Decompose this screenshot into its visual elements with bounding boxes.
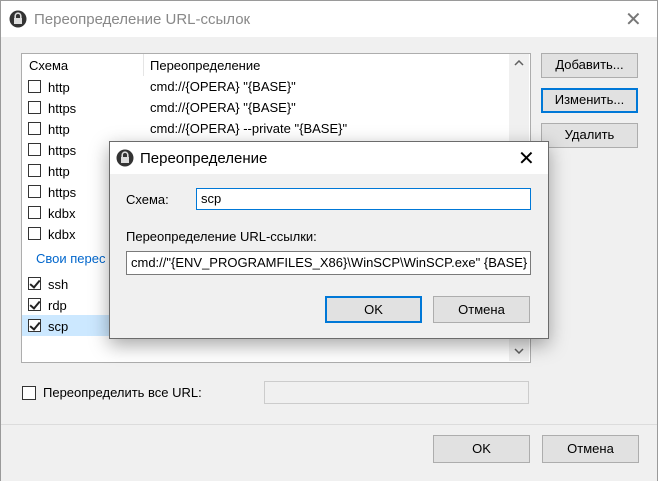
- edit-button[interactable]: Изменить...: [541, 88, 638, 113]
- row-scheme: ssh: [48, 277, 69, 292]
- row-scheme: rdp: [48, 298, 67, 313]
- override-input[interactable]: cmd://"{ENV_PROGRAMFILES_X86}\WinSCP\Win…: [126, 251, 531, 275]
- list-row[interactable]: http cmd://{OPERA} "{BASE}": [22, 76, 509, 97]
- row-checkbox[interactable]: [28, 227, 41, 240]
- row-scheme: http: [48, 80, 70, 95]
- keepass-lock-icon: [116, 149, 134, 167]
- dialog-cancel-button[interactable]: Отмена: [433, 296, 530, 323]
- row-scheme: kdbx: [48, 227, 76, 242]
- row-checkbox[interactable]: [28, 101, 41, 114]
- override-label: Переопределение URL-ссылки:: [126, 229, 317, 244]
- ok-button[interactable]: OK: [433, 435, 530, 463]
- row-checkbox[interactable]: [28, 185, 41, 198]
- cancel-button[interactable]: Отмена: [542, 435, 639, 463]
- scheme-label: Схема:: [126, 192, 169, 207]
- row-scheme: https: [48, 185, 77, 200]
- row-checkbox[interactable]: [28, 298, 41, 311]
- row-checkbox[interactable]: [28, 80, 41, 93]
- row-checkbox[interactable]: [28, 319, 41, 332]
- row-override: cmd://{OPERA} "{BASE}": [150, 79, 296, 94]
- dialog-ok-button[interactable]: OK: [325, 296, 422, 323]
- delete-button[interactable]: Удалить: [541, 123, 638, 148]
- scroll-down-icon[interactable]: [514, 348, 524, 354]
- dialog-title: Переопределение: [140, 150, 268, 167]
- row-scheme: kdbx: [48, 206, 76, 221]
- scroll-up-icon[interactable]: [514, 60, 524, 66]
- override-all-input[interactable]: [264, 381, 529, 404]
- scheme-input[interactable]: scp: [196, 188, 531, 210]
- row-checkbox[interactable]: [28, 122, 41, 135]
- group-header-custom: Свои перес: [36, 251, 106, 266]
- row-scheme: https: [48, 143, 77, 158]
- row-scheme: https: [48, 101, 77, 116]
- override-all-checkbox[interactable]: [22, 386, 36, 400]
- title-bar: Переопределение URL-ссылок ✕: [1, 1, 657, 37]
- window-title: Переопределение URL-ссылок: [34, 11, 251, 28]
- column-divider: [143, 54, 144, 76]
- row-checkbox[interactable]: [28, 277, 41, 290]
- row-scheme: http: [48, 122, 70, 137]
- dialog-title-bar: Переопределение ✕: [110, 142, 548, 174]
- keepass-lock-icon: [9, 10, 27, 28]
- row-checkbox[interactable]: [28, 206, 41, 219]
- column-header-scheme[interactable]: Схема: [29, 58, 68, 73]
- override-edit-dialog: Переопределение ✕ Схема: scp Переопредел…: [109, 141, 549, 339]
- add-button[interactable]: Добавить...: [541, 53, 638, 78]
- list-row[interactable]: https cmd://{OPERA} "{BASE}": [22, 97, 509, 118]
- row-checkbox[interactable]: [28, 143, 41, 156]
- close-icon[interactable]: ✕: [625, 7, 642, 32]
- close-icon[interactable]: ✕: [518, 146, 535, 171]
- override-all-label: Переопределить все URL:: [43, 385, 202, 400]
- list-row[interactable]: http cmd://{OPERA} --private "{BASE}": [22, 118, 509, 139]
- row-scheme: scp: [48, 319, 69, 334]
- row-checkbox[interactable]: [28, 164, 41, 177]
- row-scheme: http: [48, 164, 70, 179]
- column-header-override[interactable]: Переопределение: [150, 58, 260, 73]
- row-override: cmd://{OPERA} "{BASE}": [150, 100, 296, 115]
- row-override: cmd://{OPERA} --private "{BASE}": [150, 121, 348, 136]
